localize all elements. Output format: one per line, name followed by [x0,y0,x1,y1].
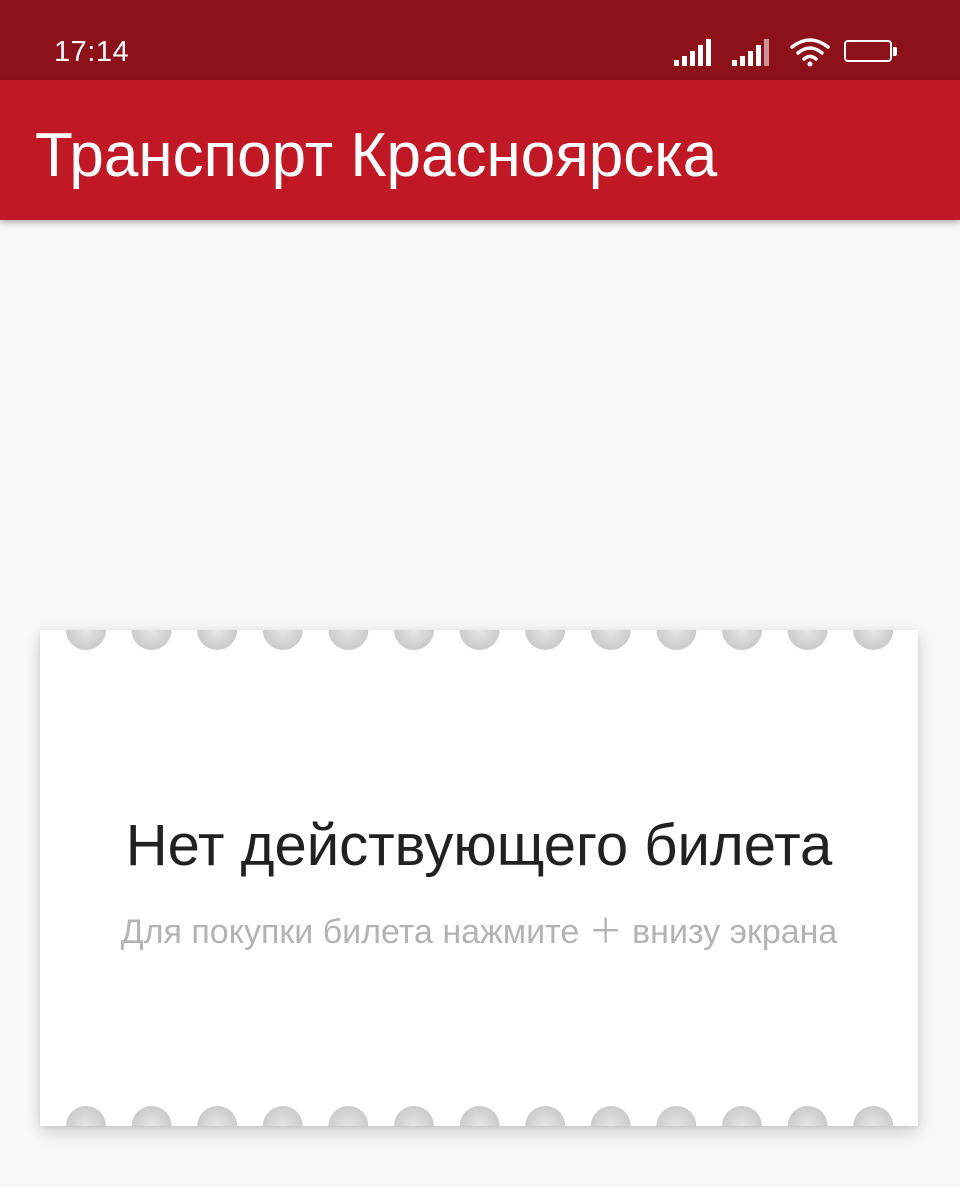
perforation-notch-top [66,630,106,650]
perforation-notch-bottom [394,1106,434,1126]
perforation-notch-top [590,630,631,650]
perforation-notch-top [262,630,303,650]
status-time: 17:14 [54,36,130,68]
page-title: Транспорт Красноярска [35,121,718,190]
perforation-notch-bottom [853,1106,894,1126]
battery-percent: 63 [859,42,877,59]
status-bar: 17:14 63 [0,0,960,80]
perforation-notch-top [131,630,172,650]
perforation-notch-top [656,630,697,650]
perforation-notch-bottom [328,1106,369,1126]
ticket-card: Нет действующего билета Для покупки биле… [40,630,918,1126]
battery-icon: 63 [844,40,898,64]
perforation-notch-bottom [722,1106,762,1126]
perforation-notch-bottom [262,1106,303,1126]
app-bar: Транспорт Красноярска [0,80,960,220]
empty-state-hint: Для покупки билета нажмите ＋ внизу экран… [120,913,838,951]
perforation-notch-top [459,630,500,650]
perforation-notch-top [328,630,369,650]
signal-icon [674,38,718,66]
perforation-notch-bottom [66,1106,106,1126]
empty-state-title: Нет действующего билета [125,813,833,878]
battery-cap [893,47,897,56]
perforation-notch-bottom [590,1106,631,1126]
perforation-notch-bottom [656,1106,697,1126]
perforation-notch-bottom [459,1106,500,1126]
status-icons: 63 [674,34,898,70]
perforation-notch-top [722,630,762,650]
perforation-notch-top [853,630,894,650]
signal-icon [732,38,776,66]
perforation-notch-bottom [525,1106,566,1126]
perforation-notch-bottom [197,1106,238,1126]
wifi-icon [790,37,830,67]
perforation-notch-bottom [131,1106,172,1126]
perforation-notch-top [525,630,566,650]
perforation-notch-bottom [787,1106,828,1126]
perforation-notch-top [197,630,238,650]
perforation-notch-top [787,630,828,650]
perforation-notch-top [394,630,434,650]
